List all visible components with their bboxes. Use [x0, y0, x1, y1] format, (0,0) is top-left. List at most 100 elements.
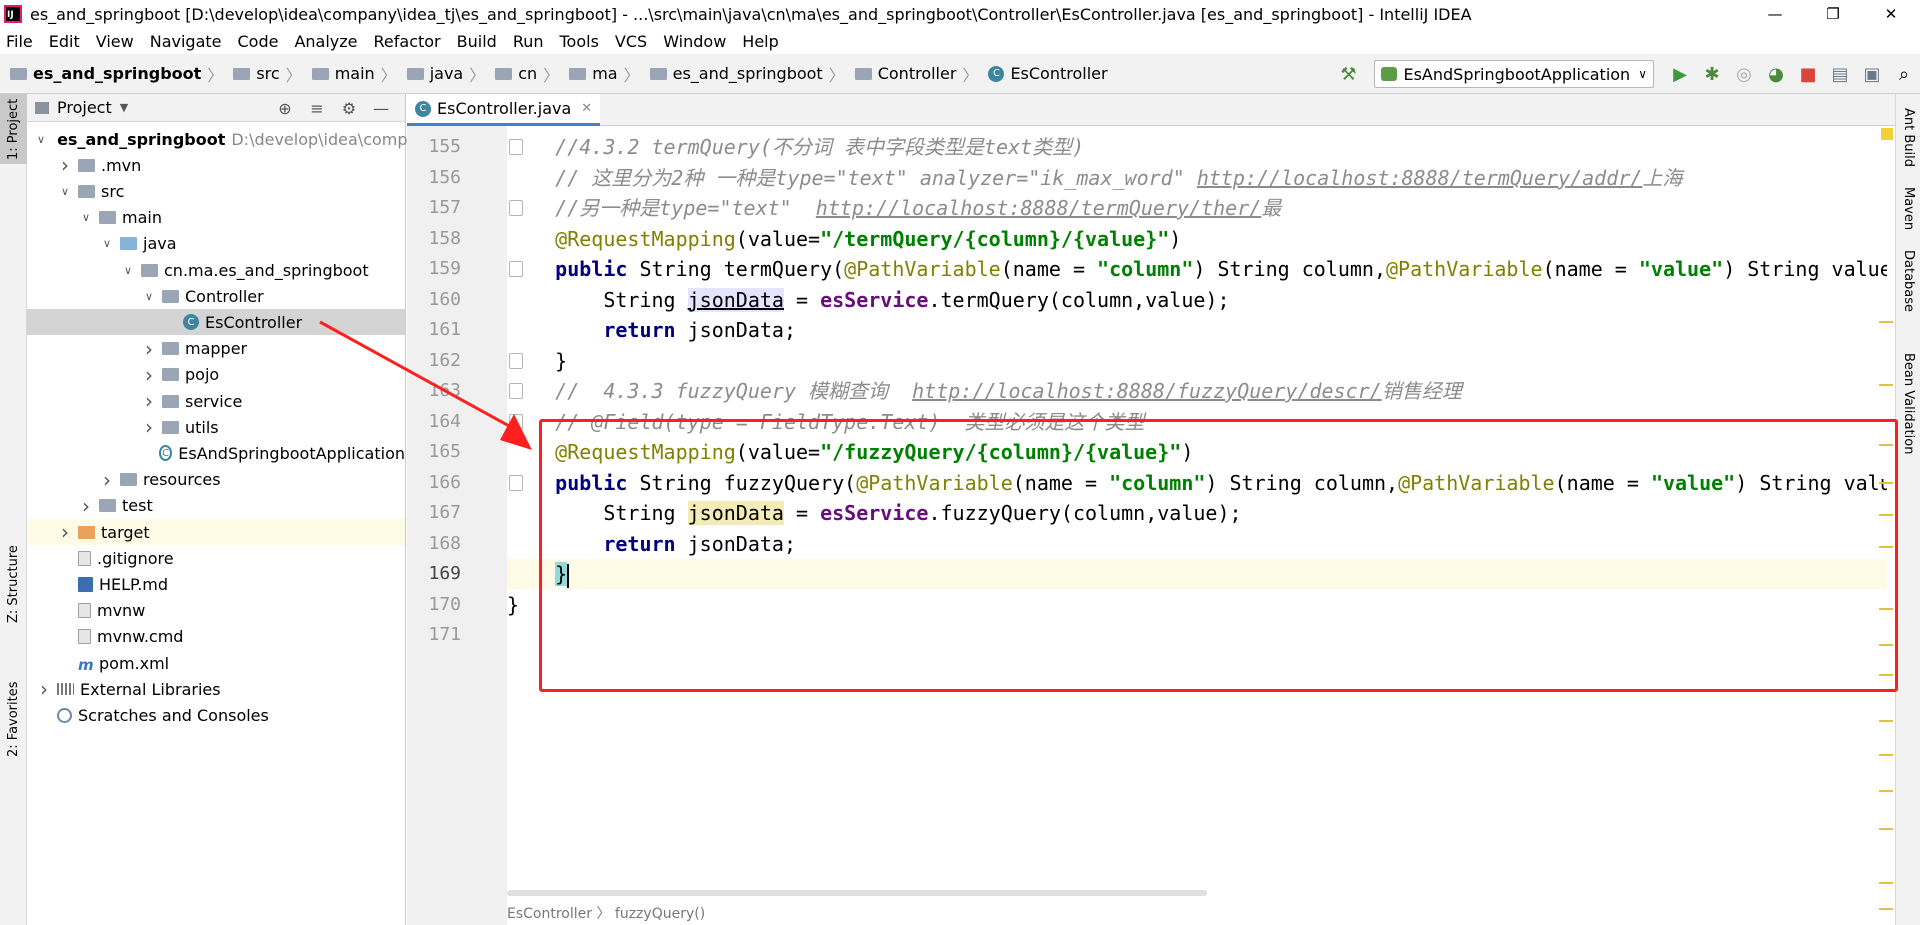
code-line[interactable]: // 这里分为2种 一种是type="text" analyzer="ik_ma…: [507, 163, 1887, 193]
code-line[interactable]: public String termQuery(@PathVariable(na…: [507, 254, 1887, 284]
menu-edit[interactable]: Edit: [41, 32, 88, 51]
tree-item[interactable]: › pojo: [27, 362, 405, 388]
tree-item[interactable]: ∨ src: [27, 178, 405, 204]
chevron-right-icon[interactable]: ›: [58, 520, 72, 544]
code-url[interactable]: http://localhost:8888/fuzzyQuery/descr/: [912, 379, 1382, 403]
tree-item[interactable]: mvnw: [27, 598, 405, 624]
url-text[interactable]: http://localhost:8888/fuzzyQuery/descr/: [912, 379, 1382, 403]
run-configuration-selector[interactable]: EsAndSpringbootApplication ∨: [1374, 60, 1654, 88]
chevron-right-icon[interactable]: ›: [79, 494, 93, 518]
chevron-right-icon[interactable]: ›: [142, 415, 156, 439]
build-hammer-icon[interactable]: ⚒: [1332, 58, 1364, 90]
code-url[interactable]: http://localhost:8888/termQuery/addr/: [1197, 166, 1643, 190]
tree-item[interactable]: › resources: [27, 467, 405, 493]
chevron-down-icon[interactable]: ∨: [121, 264, 135, 277]
hide-icon[interactable]: —: [365, 99, 397, 118]
chevron-down-icon[interactable]: ∨: [100, 237, 114, 250]
breadcrumb-item[interactable]: es_and_springboot 〉: [640, 62, 845, 86]
tree-item[interactable]: › mapper: [27, 336, 405, 362]
tree-item[interactable]: › target: [27, 519, 405, 545]
tool-tab-maven[interactable]: Maven: [1896, 174, 1920, 244]
breadcrumb-item[interactable]: cn 〉: [485, 62, 559, 86]
menu-refactor[interactable]: Refactor: [366, 32, 449, 51]
minimize-icon[interactable]: —: [1746, 0, 1804, 28]
chevron-right-icon[interactable]: ›: [100, 468, 114, 492]
tree-item[interactable]: ∨ Controller: [27, 283, 405, 309]
tool-tab-bean-validation[interactable]: Bean Validation: [1896, 344, 1920, 464]
chevron-right-icon[interactable]: ›: [142, 389, 156, 413]
code-line[interactable]: @RequestMapping(value="/termQuery/{colum…: [507, 224, 1887, 254]
structure-tool-tab[interactable]: Z: Structure: [0, 534, 27, 634]
breadcrumb-item[interactable]: java 〉: [397, 62, 485, 86]
tree-item[interactable]: › External Libraries: [27, 676, 405, 702]
tree-item[interactable]: Scratches and Consoles: [27, 702, 405, 728]
breadcrumb-item[interactable]: es_and_springboot 〉: [0, 62, 223, 86]
code-line[interactable]: String jsonData = esService.termQuery(co…: [507, 285, 1887, 315]
profile-icon[interactable]: ◕: [1760, 58, 1792, 90]
tree-item[interactable]: mvnw.cmd: [27, 624, 405, 650]
breadcrumb-item[interactable]: C EsController: [978, 64, 1108, 83]
menu-code[interactable]: Code: [230, 32, 287, 51]
code-editor[interactable]: //4.3.2 termQuery(不分词 表中字段类型是text类型) // …: [507, 126, 1887, 925]
code-line[interactable]: }: [507, 346, 1887, 376]
code-line[interactable]: String jsonData = esService.fuzzyQuery(c…: [507, 498, 1887, 528]
menu-tools[interactable]: Tools: [552, 32, 607, 51]
breadcrumb-item[interactable]: Controller 〉: [845, 62, 978, 86]
warning-indicator-icon[interactable]: [1881, 128, 1893, 140]
coverage-icon[interactable]: ◎: [1728, 58, 1760, 90]
locate-icon[interactable]: ⊕: [269, 99, 301, 118]
breadcrumb-item[interactable]: ma 〉: [559, 62, 640, 86]
code-line[interactable]: return jsonData;: [507, 529, 1887, 559]
tree-item[interactable]: C EsController: [27, 309, 405, 336]
code-line[interactable]: // 4.3.3 fuzzyQuery 模糊查询 http://localhos…: [507, 376, 1887, 406]
close-icon[interactable]: ✕: [1862, 0, 1920, 28]
chevron-right-icon[interactable]: ›: [58, 153, 72, 177]
code-line[interactable]: //另一种是type="text" http://localhost:8888/…: [507, 193, 1887, 223]
menu-run[interactable]: Run: [505, 32, 552, 51]
project-tool-tab[interactable]: 1: Project: [0, 94, 27, 164]
breadcrumb-item[interactable]: src 〉: [223, 62, 302, 86]
tree-item[interactable]: HELP.md: [27, 571, 405, 597]
code-line[interactable]: return jsonData;: [507, 315, 1887, 345]
menu-navigate[interactable]: Navigate: [142, 32, 230, 51]
error-stripe[interactable]: [1875, 126, 1895, 925]
tree-item[interactable]: .gitignore: [27, 545, 405, 571]
code-line[interactable]: }: [507, 559, 1887, 589]
chevron-down-icon[interactable]: ∨: [58, 185, 72, 198]
tree-item[interactable]: › test: [27, 493, 405, 519]
url-text[interactable]: http://localhost:8888/termQuery/ther/: [816, 196, 1262, 220]
search-icon[interactable]: ⌕: [1888, 58, 1920, 90]
chevron-right-icon[interactable]: ›: [142, 363, 156, 387]
tree-item[interactable]: ∨ java: [27, 231, 405, 257]
run-icon[interactable]: ▶: [1664, 58, 1696, 90]
debug-icon[interactable]: ✱: [1696, 58, 1728, 90]
tool-tab-database[interactable]: Database: [1896, 246, 1920, 316]
gear-icon[interactable]: ⚙: [333, 99, 365, 118]
menu-analyze[interactable]: Analyze: [286, 32, 365, 51]
menu-build[interactable]: Build: [449, 32, 505, 51]
tree-item[interactable]: › .mvn: [27, 152, 405, 178]
menu-help[interactable]: Help: [734, 32, 786, 51]
tool-tab-ant-build[interactable]: Ant Build: [1896, 102, 1920, 172]
stop-icon[interactable]: ■: [1792, 58, 1824, 90]
code-line[interactable]: public String fuzzyQuery(@PathVariable(n…: [507, 468, 1887, 498]
tree-item[interactable]: m pom.xml: [27, 650, 405, 676]
code-breadcrumb[interactable]: EsController 〉 fuzzyQuery(): [507, 900, 705, 925]
url-text[interactable]: http://localhost:8888/termQuery/addr/: [1197, 166, 1643, 190]
chevron-right-icon[interactable]: ›: [142, 337, 156, 361]
layout-icon[interactable]: ▣: [1856, 58, 1888, 90]
menu-window[interactable]: Window: [655, 32, 734, 51]
project-view-selector[interactable]: Project ▼: [35, 98, 128, 117]
collapse-all-icon[interactable]: ≡: [301, 99, 333, 118]
tree-item[interactable]: › utils: [27, 414, 405, 440]
tree-item[interactable]: ∨ cn.ma.es_and_springboot: [27, 257, 405, 283]
chevron-down-icon[interactable]: ∨: [37, 133, 45, 146]
code-line[interactable]: }: [507, 590, 1887, 620]
tree-item[interactable]: ∨ es_and_springboot D:\develop\idea\compan…: [27, 126, 437, 152]
menu-view[interactable]: View: [88, 32, 142, 51]
horizontal-scrollbar[interactable]: [507, 890, 1207, 896]
code-line[interactable]: // @Field(type = FieldType.Text) 类型必须是这个…: [507, 407, 1887, 437]
restore-icon[interactable]: ❐: [1804, 0, 1862, 28]
breadcrumb-item[interactable]: main 〉: [302, 62, 397, 86]
menu-vcs[interactable]: VCS: [607, 32, 655, 51]
